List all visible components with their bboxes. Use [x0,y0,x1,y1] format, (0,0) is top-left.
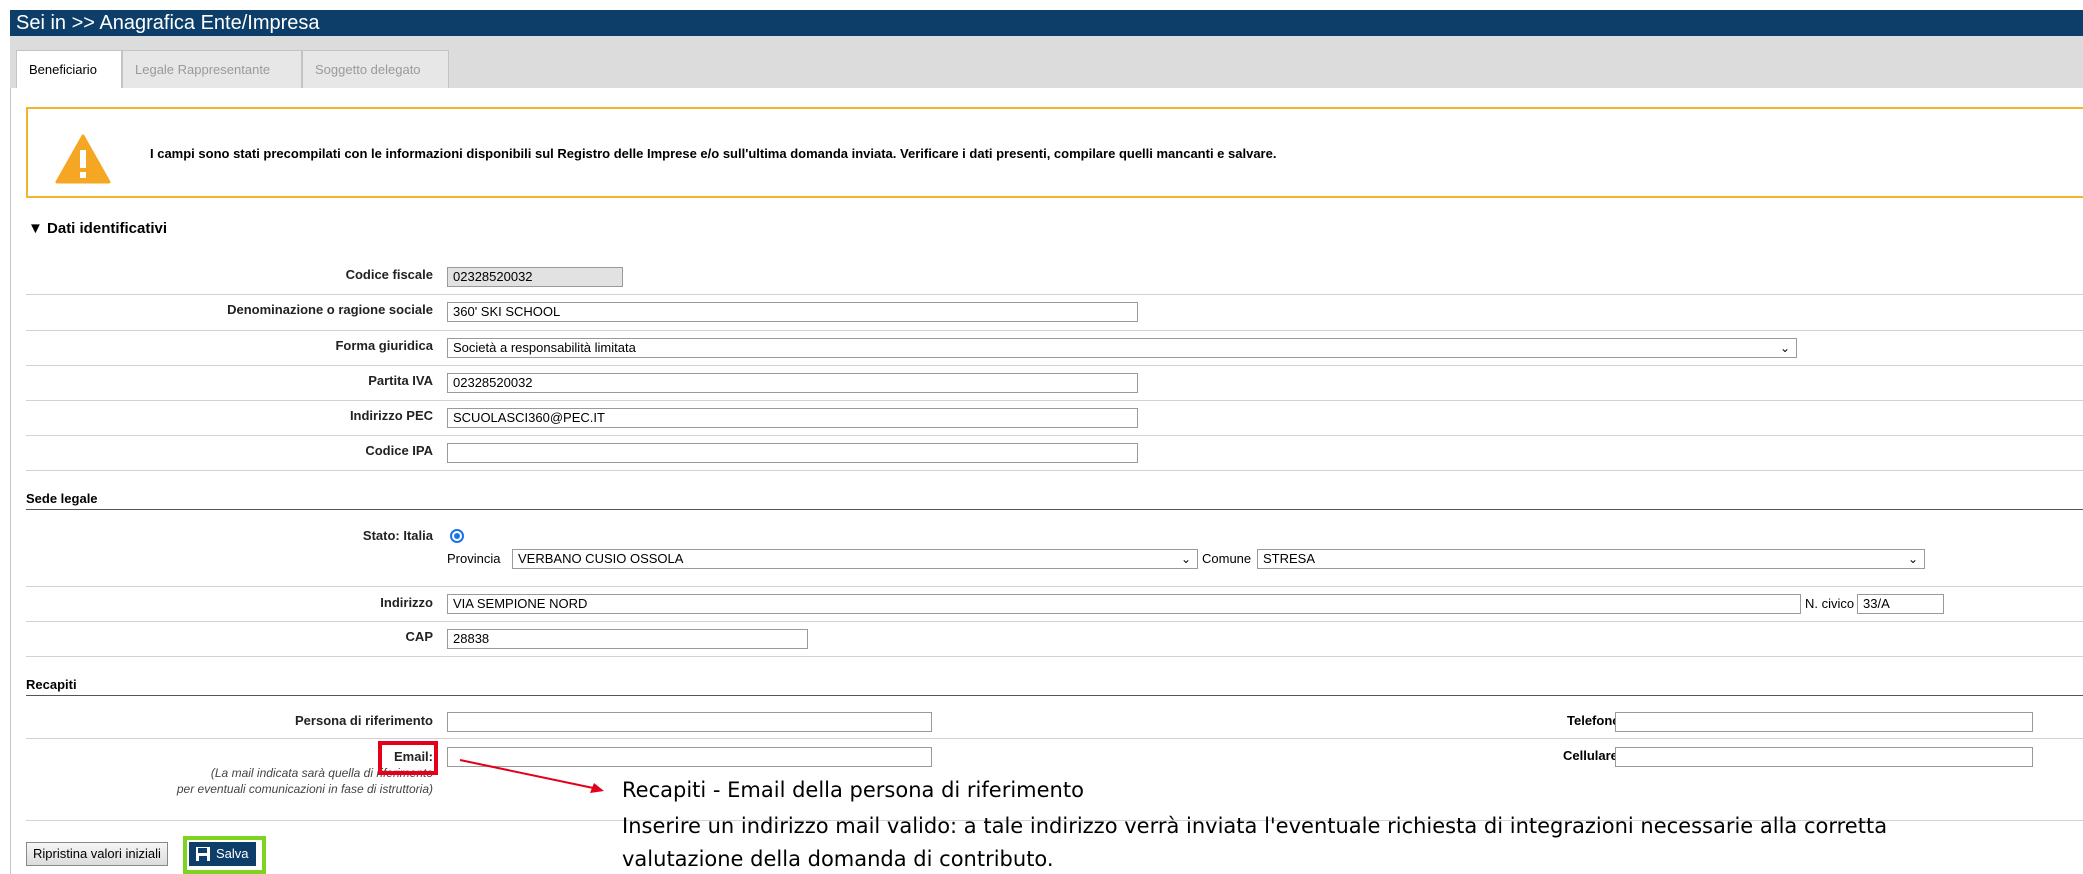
telefono-input[interactable] [1615,712,2033,732]
email-note-line2: per eventuali comunicazioni in fase di i… [176,782,433,796]
label-codice-ipa: Codice IPA [365,443,433,458]
row-codice-fiscale: Codice fiscale 02328520032 [26,260,2083,295]
email-highlight-box [378,741,438,775]
annotation-arrow-icon [459,759,604,793]
provincia-select[interactable]: VERBANO CUSIO OSSOLA ⌄ [512,549,1198,569]
civico-input[interactable]: 33/A [1857,594,1944,614]
callout-line2: Inserire un indirizzo mail valido: a tal… [622,814,1888,838]
chevron-down-icon: ⌄ [1779,341,1790,355]
label-partita-iva: Partita IVA [368,373,433,388]
label-forma-giuridica: Forma giuridica [335,338,433,353]
reset-button[interactable]: Ripristina valori iniziali [26,842,168,866]
floppy-disk-icon [196,847,210,861]
page-breadcrumb: Sei in >> Anagrafica Ente/Impresa [10,10,2083,36]
pec-input[interactable]: SCUOLASCI360@PEC.IT [447,408,1138,428]
label-stato: Stato: Italia [362,528,433,543]
row-cap: CAP 28838 [26,621,2083,657]
label-comune: Comune [1202,551,1252,566]
left-border [10,36,11,874]
forma-giuridica-select[interactable]: Società a responsabilità limitata ⌄ [447,338,1797,358]
warning-banner: I campi sono stati precompilati con le i… [26,107,2083,198]
denominazione-input[interactable]: 360' SKI SCHOOL [447,302,1138,322]
label-provincia: Provincia [447,551,501,566]
section-sede-legale: Sede legale [26,491,2083,510]
indirizzo-input[interactable]: VIA SEMPIONE NORD [447,594,1801,614]
callout-title: Recapiti - Email della persona di riferi… [622,778,1084,802]
comune-select[interactable]: STRESA ⌄ [1257,549,1925,569]
label-cellulare: Cellulare [1563,748,1618,763]
section-recapiti: Recapiti [26,677,2083,696]
row-codice-ipa: Codice IPA [26,435,2083,471]
warning-text: I campi sono stati precompilati con le i… [150,146,1277,161]
tab-beneficiario[interactable]: Beneficiario [16,50,122,88]
row-forma-giuridica: Forma giuridica Società a responsabilità… [26,330,2083,366]
forma-giuridica-value: Società a responsabilità limitata [453,340,636,355]
tab-bar: Beneficiario Legale Rappresentante Sogge… [10,36,2083,88]
row-stato: Stato: Italia Provincia VERBANO CUSIO OS… [26,511,2083,587]
label-persona-riferimento: Persona di riferimento [295,713,433,728]
row-persona-riferimento: Persona di riferimento Telefono [26,703,2083,739]
label-telefono: Telefono [1567,713,1621,728]
persona-riferimento-input[interactable] [447,712,932,732]
label-codice-fiscale: Codice fiscale [345,267,433,282]
stato-italia-radio[interactable] [450,529,464,543]
row-denominazione: Denominazione o ragione sociale 360' SKI… [26,294,2083,331]
section-dati-identificativi[interactable]: ▼ Dati identificativi [28,220,167,237]
label-pec: Indirizzo PEC [349,408,433,423]
chevron-down-icon: ⌄ [1907,552,1918,566]
cap-input[interactable]: 28838 [447,629,808,649]
partita-iva-input[interactable]: 02328520032 [447,373,1138,393]
cellulare-input[interactable] [1615,747,2033,767]
codice-ipa-input[interactable] [447,443,1138,463]
row-indirizzo: Indirizzo VIA SEMPIONE NORD N. civico 33… [26,586,2083,622]
tab-legale-rappresentante[interactable]: Legale Rappresentante [122,50,302,88]
label-cap: CAP [405,629,433,644]
warning-triangle-icon [55,134,111,184]
row-pec: Indirizzo PEC SCUOLASCI360@PEC.IT [26,400,2083,436]
chevron-down-icon: ⌄ [1180,552,1191,566]
label-civico: N. civico [1805,596,1855,611]
label-indirizzo: Indirizzo [380,595,433,610]
save-button-label: Salva [216,846,249,861]
save-button[interactable]: Salva [189,842,256,866]
row-partita-iva: Partita IVA 02328520032 [26,365,2083,401]
label-denominazione: Denominazione o ragione sociale [227,302,433,317]
provincia-value: VERBANO CUSIO OSSOLA [518,551,684,566]
callout-line3: valutazione della domanda di contributo. [622,847,1054,871]
tab-soggetto-delegato[interactable]: Soggetto delegato [302,50,449,88]
comune-value: STRESA [1263,551,1316,566]
codice-fiscale-field: 02328520032 [447,267,623,287]
